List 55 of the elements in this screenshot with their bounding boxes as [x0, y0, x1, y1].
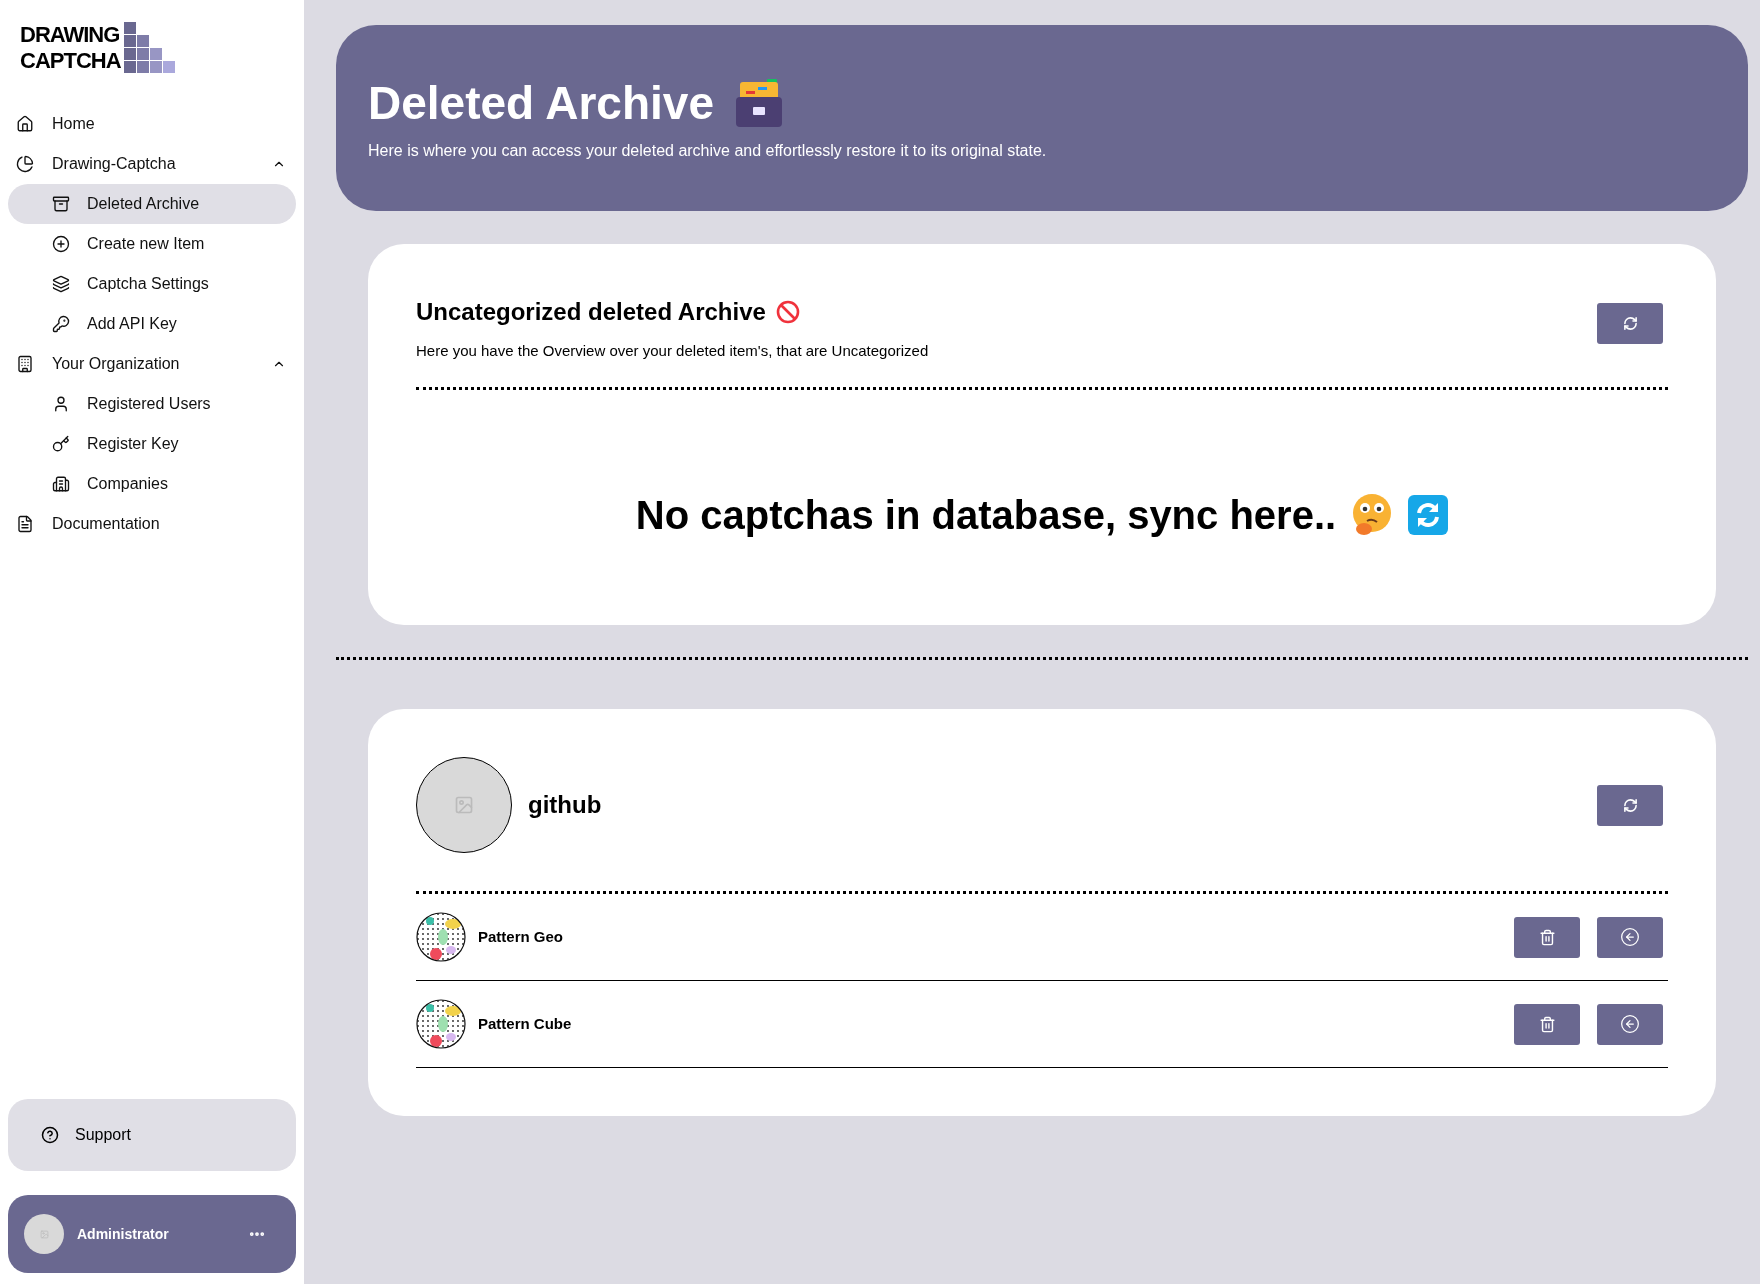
page-subtitle: Here is where you can access your deleted archive and effortlessly restore it to its original state. [368, 141, 1048, 161]
section-description: Here you have the Overview over your deleted item's, that are Uncategorized [416, 341, 929, 361]
trash-icon [1538, 928, 1556, 946]
key-icon [52, 315, 70, 333]
user-icon [52, 395, 70, 413]
help-icon [41, 1126, 59, 1144]
trash-icon [1538, 1015, 1556, 1033]
item-name: Pattern Geo [478, 926, 564, 947]
layers-icon [52, 275, 70, 293]
card-file-box-icon [734, 79, 784, 127]
pie-chart-icon [16, 155, 34, 173]
restore-button[interactable] [1597, 1003, 1663, 1045]
prohibited-icon [775, 300, 800, 324]
page-title: Deleted Archive [368, 76, 714, 131]
sync-icon [1408, 494, 1449, 535]
nav-item[interactable]: Your Organization [8, 344, 296, 384]
home-icon [16, 115, 34, 133]
pattern-thumbnail [416, 999, 466, 1049]
logo-text: CAPTCHA [20, 48, 121, 74]
support-button[interactable]: Support [8, 1099, 296, 1171]
plus-circle-icon [52, 235, 70, 253]
nav-item[interactable]: Deleted Archive [8, 184, 296, 224]
nav-item[interactable]: Create new Item [8, 224, 296, 264]
nav-item[interactable]: Companies [8, 464, 296, 504]
arrow-left-circle-icon [1620, 1014, 1640, 1034]
nav-item[interactable]: Add API Key [8, 304, 296, 344]
image-icon [454, 795, 474, 815]
nav-item[interactable]: Register Key [8, 424, 296, 464]
refresh-button[interactable] [1597, 303, 1663, 344]
nav-item[interactable]: Home [8, 104, 296, 144]
section-title: Uncategorized deleted Archive [416, 297, 766, 327]
document-icon [16, 515, 34, 533]
image-icon [39, 1229, 49, 1239]
group-name: github [528, 790, 602, 820]
buildings-icon [52, 475, 70, 493]
archive-icon [52, 195, 70, 213]
nav-item[interactable]: Registered Users [8, 384, 296, 424]
refresh-icon [1622, 797, 1638, 813]
nav-item[interactable]: Captcha Settings [8, 264, 296, 304]
item-name: Pattern Cube [478, 1013, 572, 1034]
refresh-button[interactable] [1597, 784, 1663, 826]
delete-button[interactable] [1514, 916, 1580, 958]
nav-item[interactable]: Drawing-Captcha [8, 144, 296, 184]
logo-text: DRAWING [20, 22, 120, 48]
building-icon [16, 355, 34, 373]
pattern-thumbnail [416, 912, 466, 962]
key-icon [52, 435, 70, 453]
refresh-icon [1622, 316, 1638, 331]
nav-item[interactable]: Documentation [8, 504, 296, 544]
user-name: Administrator [77, 1224, 170, 1244]
delete-button[interactable] [1514, 1003, 1580, 1045]
logo-blocks-icon [123, 22, 176, 74]
arrow-left-circle-icon [1620, 927, 1640, 947]
restore-button[interactable] [1597, 916, 1663, 958]
empty-message: No captchas in database, sync here.. [635, 491, 1337, 539]
